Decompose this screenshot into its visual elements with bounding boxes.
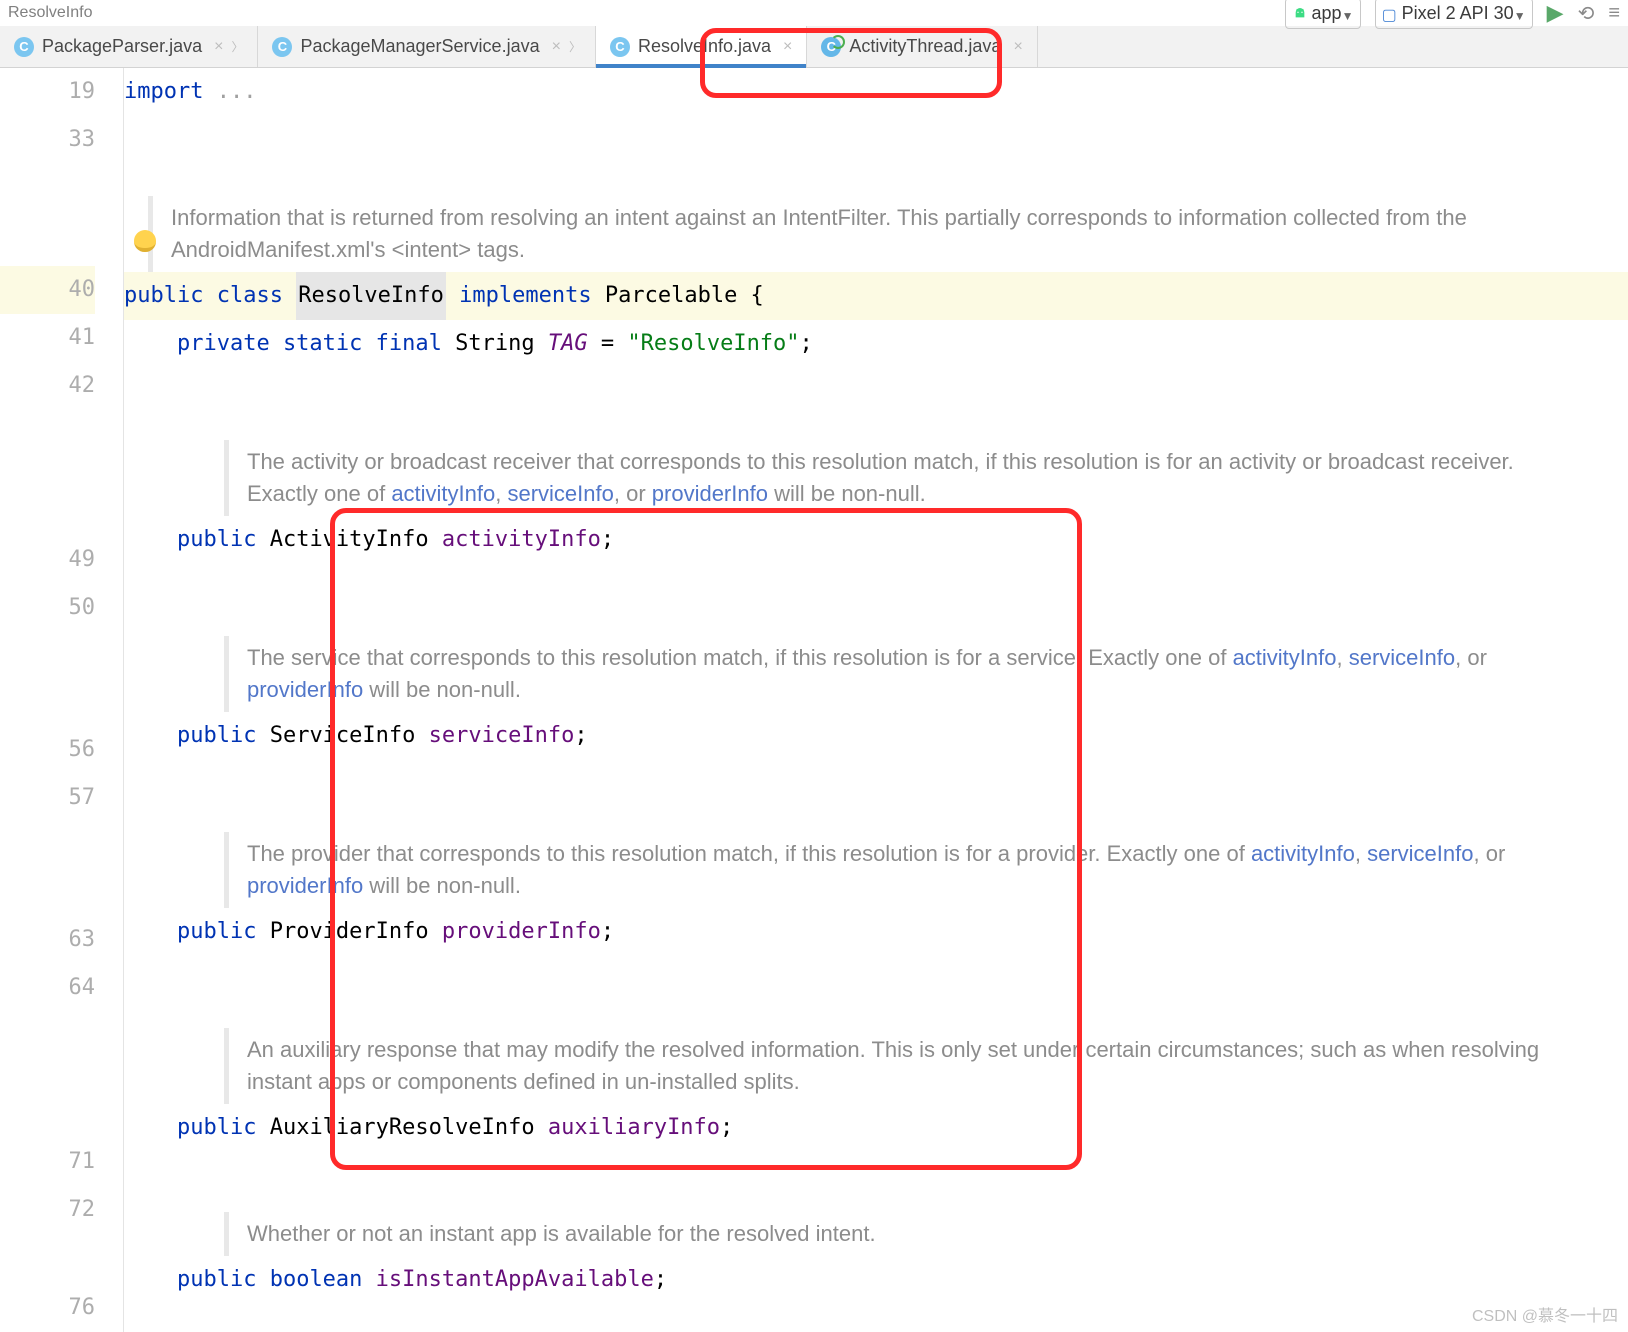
class-icon: C bbox=[14, 37, 34, 57]
gutter: 19 33 40 41 42 49 50 56 57 63 64 71 72 7… bbox=[0, 68, 124, 1332]
javadoc: The activity or broadcast receiver that … bbox=[224, 440, 1628, 516]
javadoc: An auxiliary response that may modify th… bbox=[224, 1028, 1628, 1104]
tab-activity-thread[interactable]: C ActivityThread.java × bbox=[807, 26, 1037, 67]
close-icon[interactable]: × bbox=[214, 38, 223, 56]
close-icon[interactable]: × bbox=[783, 38, 792, 56]
editor[interactable]: 19 33 40 41 42 49 50 56 57 63 64 71 72 7… bbox=[0, 68, 1628, 1332]
close-icon[interactable]: × bbox=[1013, 38, 1022, 56]
code-line: public ServiceInfo serviceInfo; bbox=[124, 712, 1628, 760]
android-icon bbox=[1292, 5, 1308, 21]
device-icon: ▢ bbox=[1382, 5, 1397, 25]
chevron-down-icon: ▼ bbox=[1514, 9, 1526, 23]
chevron-right-icon: 〉 bbox=[569, 38, 581, 55]
code-line: public AuxiliaryResolveInfo auxiliaryInf… bbox=[124, 1104, 1628, 1152]
intention-bulb-icon[interactable] bbox=[134, 230, 156, 252]
watermark: CSDN @慕冬一十四 bbox=[1472, 1302, 1618, 1326]
run-config-label: app bbox=[1312, 3, 1342, 23]
class-reload-icon: C bbox=[821, 37, 841, 57]
tab-label: PackageParser.java bbox=[42, 36, 202, 57]
tab-package-parser[interactable]: C PackageParser.java × 〉 bbox=[0, 26, 258, 67]
tab-label: PackageManagerService.java bbox=[300, 36, 539, 57]
javadoc: Information that is returned from resolv… bbox=[148, 196, 1628, 272]
tab-resolve-info[interactable]: C ResolveInfo.java × bbox=[596, 26, 807, 67]
sync-icon[interactable]: ⟲ bbox=[1578, 1, 1595, 26]
run-icon[interactable]: ▶ bbox=[1547, 0, 1564, 26]
tab-package-manager-service[interactable]: C PackageManagerService.java × 〉 bbox=[258, 26, 596, 67]
device-combo[interactable]: ▢ Pixel 2 API 30 ▼ bbox=[1375, 0, 1533, 29]
run-config-combo[interactable]: app ▼ bbox=[1285, 0, 1361, 29]
device-label: Pixel 2 API 30 bbox=[1402, 3, 1514, 23]
class-icon: C bbox=[610, 37, 630, 57]
javadoc: The provider that corresponds to this re… bbox=[224, 832, 1628, 908]
breadcrumb: ResolveInfo bbox=[0, 4, 1285, 22]
class-icon: C bbox=[272, 37, 292, 57]
chevron-down-icon: ▼ bbox=[1342, 9, 1354, 23]
tab-label: ActivityThread.java bbox=[849, 36, 1001, 57]
code-line: import ... bbox=[124, 68, 1628, 116]
code-line: private static final String TAG = "Resol… bbox=[124, 320, 1628, 368]
structure-icon[interactable]: ≡ bbox=[1608, 2, 1620, 25]
code-line: public class ResolveInfo implements Parc… bbox=[124, 272, 1628, 320]
close-icon[interactable]: × bbox=[552, 38, 561, 56]
javadoc: The service that corresponds to this res… bbox=[224, 636, 1628, 712]
code-line: public ActivityInfo activityInfo; bbox=[124, 516, 1628, 564]
code-line: public ProviderInfo providerInfo; bbox=[124, 908, 1628, 956]
code-line: public boolean isInstantAppAvailable; bbox=[124, 1256, 1628, 1304]
tab-label: ResolveInfo.java bbox=[638, 36, 771, 57]
javadoc: Whether or not an instant app is availab… bbox=[224, 1212, 1628, 1256]
toolbar: ResolveInfo app ▼ ▢ Pixel 2 API 30 ▼ ▶ ⟲… bbox=[0, 0, 1628, 26]
code-area[interactable]: import ... Information that is returned … bbox=[124, 68, 1628, 1332]
tab-bar: C PackageParser.java × 〉 C PackageManage… bbox=[0, 26, 1628, 68]
chevron-right-icon: 〉 bbox=[231, 38, 243, 55]
